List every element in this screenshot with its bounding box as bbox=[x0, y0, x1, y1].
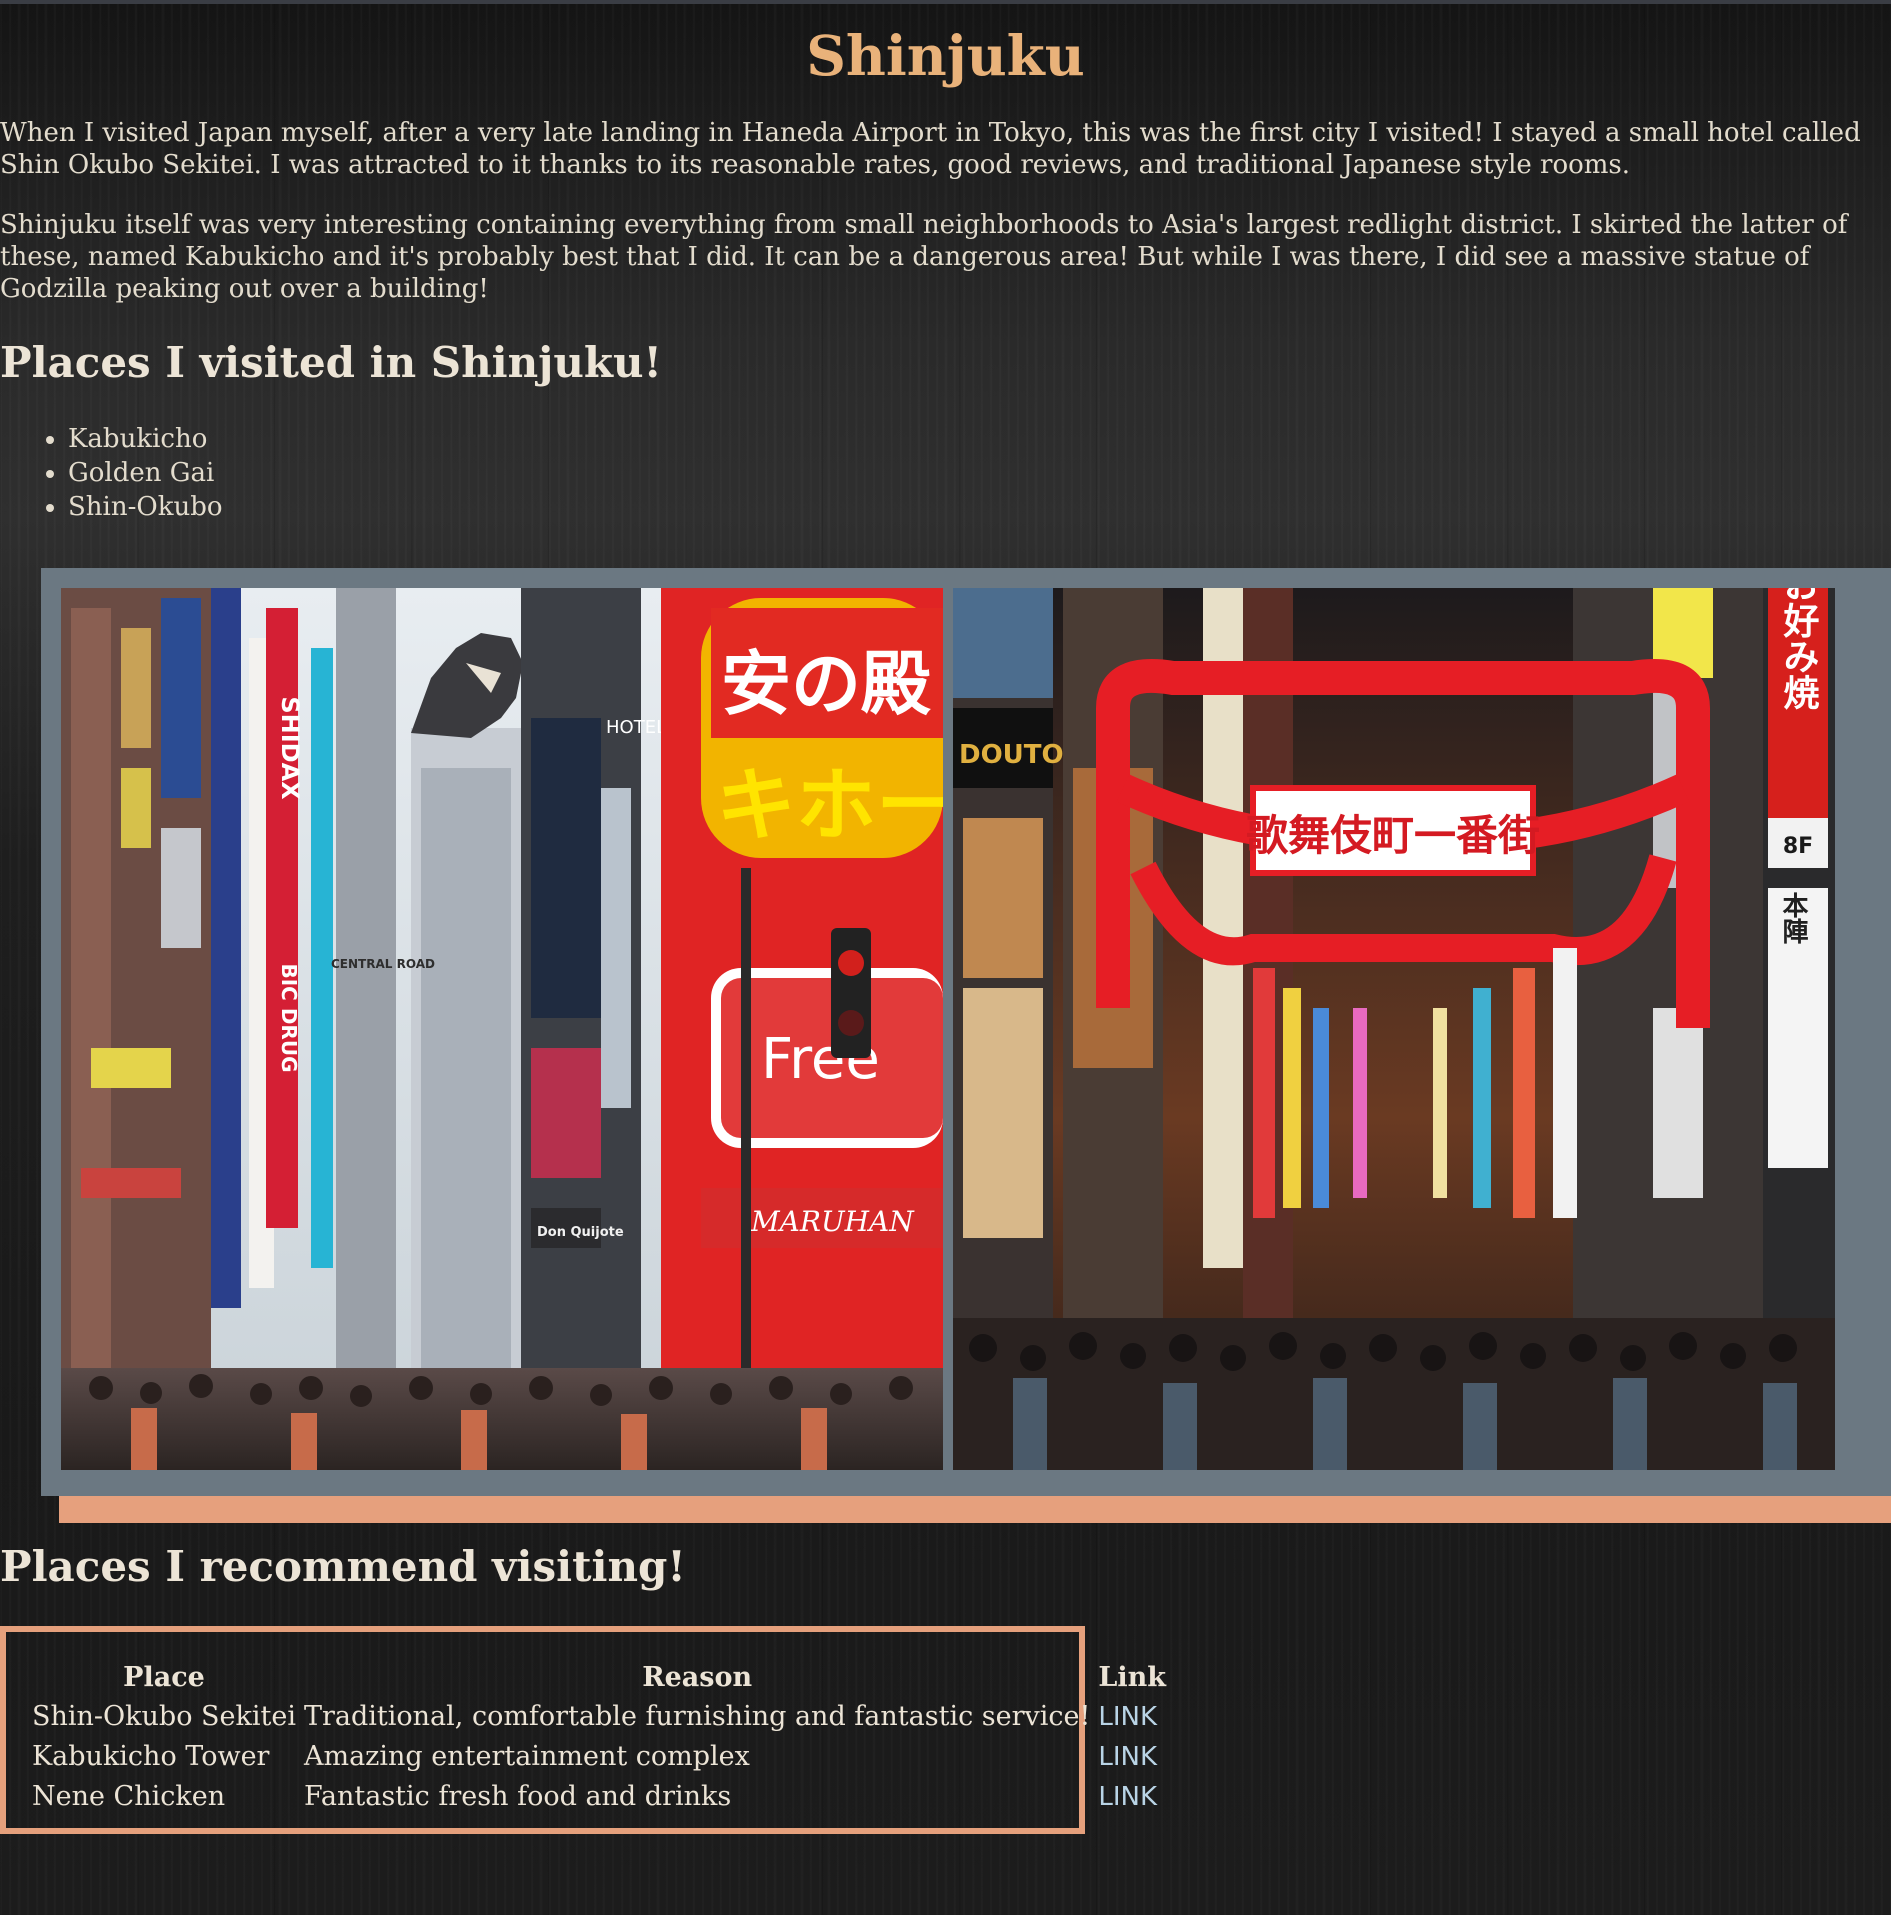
place-link[interactable]: LINK bbox=[1098, 1742, 1157, 1772]
svg-text:BIC DRUG: BIC DRUG bbox=[277, 964, 301, 1073]
recommend-table: Place Reason Link Shin-Okubo Sekitei Tra… bbox=[28, 1658, 1170, 1816]
place-link[interactable]: LINK bbox=[1098, 1702, 1157, 1732]
svg-text:Don Quijote: Don Quijote bbox=[537, 1225, 624, 1240]
svg-text:歌舞伎町一番街: 歌舞伎町一番街 bbox=[1246, 811, 1540, 860]
svg-text:SHIDAX: SHIDAX bbox=[276, 696, 304, 800]
svg-text:MARUHAN: MARUHAN bbox=[750, 1205, 915, 1238]
column-header-link: Link bbox=[1098, 1661, 1166, 1693]
intro-paragraph: When I visited Japan myself, after a ver… bbox=[0, 118, 1861, 180]
table-row: Kabukicho Tower Amazing entertainment co… bbox=[28, 1736, 1170, 1776]
list-item: Kabukicho bbox=[68, 422, 223, 456]
recommend-table-box: Place Reason Link Shin-Okubo Sekitei Tra… bbox=[0, 1626, 1166, 1834]
photo-gallery: SHIDAX BIC DRUG CENTRAL ROAD HOTEL Don Q… bbox=[41, 568, 1891, 1496]
top-bar bbox=[0, 0, 1891, 4]
list-item: Golden Gai bbox=[68, 456, 223, 490]
column-header-reason: Reason bbox=[642, 1661, 753, 1693]
reason-cell: Amazing entertainment complex bbox=[303, 1740, 750, 1772]
place-cell: Shin-Okubo Sekitei bbox=[32, 1700, 296, 1732]
table-header-row: Place Reason Link bbox=[28, 1658, 1170, 1696]
svg-text:HOTEL: HOTEL bbox=[606, 717, 666, 738]
kabukicho-gate-photo: DOUTOR お好み焼 8F 本陣 歌舞伎町一番街 bbox=[953, 588, 1835, 1470]
list-item: Shin-Okubo bbox=[68, 490, 223, 524]
place-cell: Kabukicho Tower bbox=[32, 1740, 270, 1772]
place-link[interactable]: LINK bbox=[1098, 1782, 1157, 1812]
svg-text:お好み焼: お好み焼 bbox=[1778, 588, 1821, 710]
recommend-heading: Places I recommend visiting! bbox=[0, 1542, 686, 1591]
visited-heading: Places I visited in Shinjuku! bbox=[0, 338, 662, 387]
table-row: Shin-Okubo Sekitei Traditional, comforta… bbox=[28, 1696, 1170, 1736]
reason-cell: Fantastic fresh food and drinks bbox=[303, 1780, 732, 1812]
table-row: Nene Chicken Fantastic fresh food and dr… bbox=[28, 1776, 1170, 1816]
svg-text:CENTRAL ROAD: CENTRAL ROAD bbox=[331, 957, 435, 971]
shinjuku-street-photo: SHIDAX BIC DRUG CENTRAL ROAD HOTEL Don Q… bbox=[61, 588, 943, 1470]
svg-text:安の殿: 安の殿 bbox=[721, 643, 931, 725]
place-cell: Nene Chicken bbox=[32, 1780, 226, 1812]
page-title: Shinjuku bbox=[806, 23, 1085, 88]
shinjuku-paragraph: Shinjuku itself was very interesting con… bbox=[0, 210, 1848, 304]
visited-list: Kabukicho Golden Gai Shin-Okubo bbox=[40, 422, 223, 524]
column-header-place: Place bbox=[123, 1661, 205, 1693]
svg-text:本陣: 本陣 bbox=[1778, 892, 1808, 944]
reason-cell: Traditional, comfortable furnishing and … bbox=[303, 1700, 1091, 1732]
svg-text:キホー: キホー bbox=[716, 759, 943, 852]
svg-text:8F: 8F bbox=[1783, 834, 1813, 859]
